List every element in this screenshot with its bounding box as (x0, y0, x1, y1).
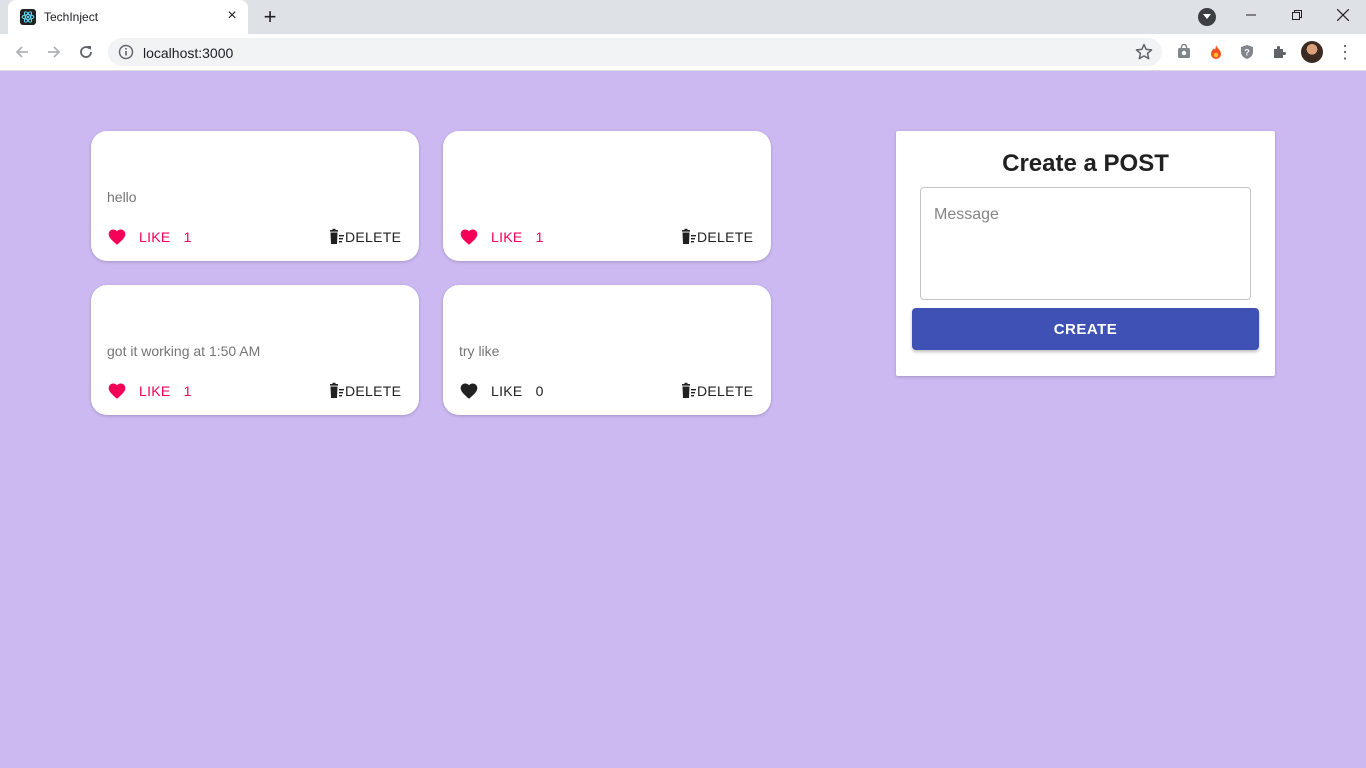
like-button[interactable]: LIKE 1 (459, 227, 544, 247)
url-text: localhost:3000 (143, 45, 234, 61)
bookmark-star-icon[interactable] (1134, 42, 1154, 62)
back-icon[interactable] (10, 40, 34, 64)
like-count: 1 (183, 383, 192, 399)
heart-icon (460, 229, 478, 245)
browser-menu-icon[interactable]: ⋮ (1336, 42, 1354, 62)
heart-icon (108, 383, 126, 399)
post-message: hello (107, 189, 137, 205)
delete-label: DELETE (345, 383, 402, 399)
close-tab-icon[interactable]: × (224, 8, 240, 24)
delete-label: DELETE (345, 229, 402, 245)
like-label: LIKE (491, 229, 523, 245)
extensions-puzzle-icon[interactable] (1269, 42, 1289, 62)
like-label: LIKE (139, 229, 171, 245)
new-tab-icon[interactable]: + (258, 5, 282, 29)
minimize-icon[interactable] (1228, 0, 1274, 30)
delete-button[interactable]: DELETE (679, 381, 753, 401)
like-count: 0 (535, 383, 544, 399)
delete-label: DELETE (697, 383, 754, 399)
tab-title: TechInject (44, 10, 99, 24)
delete-button[interactable]: DELETE (327, 381, 401, 401)
delete-button[interactable]: DELETE (327, 227, 401, 247)
extension-bag-icon[interactable] (1174, 42, 1194, 62)
trash-icon (330, 382, 344, 398)
heart-icon (108, 229, 126, 245)
trash-icon (682, 382, 696, 398)
post-card: hello LIKE 1 DELETE (91, 131, 419, 261)
extension-shield-icon[interactable]: ? (1237, 42, 1257, 62)
info-icon[interactable] (118, 44, 134, 60)
post-card: try like LIKE 0 DELETE (443, 285, 771, 415)
create-post-panel: Create a POST CREATE (896, 131, 1275, 376)
extension-fire-icon[interactable] (1206, 42, 1226, 62)
like-button[interactable]: LIKE 1 (107, 381, 192, 401)
heart-icon (460, 383, 478, 399)
post-message: got it working at 1:50 AM (107, 343, 261, 359)
post-card: LIKE 1 DELETE (443, 131, 771, 261)
like-label: LIKE (139, 383, 171, 399)
delete-button[interactable]: DELETE (679, 227, 753, 247)
forward-icon[interactable] (42, 40, 66, 64)
like-count: 1 (535, 229, 544, 245)
like-count: 1 (183, 229, 192, 245)
restore-icon[interactable] (1274, 0, 1320, 30)
address-bar[interactable]: localhost:3000 (108, 38, 1162, 66)
svg-text:?: ? (1244, 48, 1250, 58)
profile-avatar[interactable] (1301, 41, 1323, 63)
react-logo-icon (20, 9, 36, 25)
trash-icon (682, 228, 696, 244)
like-button[interactable]: LIKE 1 (107, 227, 192, 247)
like-button[interactable]: LIKE 0 (459, 381, 544, 401)
trash-icon (330, 228, 344, 244)
create-post-title: Create a POST (1002, 150, 1169, 177)
delete-label: DELETE (697, 229, 754, 245)
close-window-icon[interactable] (1320, 0, 1366, 30)
post-message: try like (459, 343, 500, 359)
tab-search-icon[interactable] (1198, 8, 1216, 26)
message-input[interactable] (920, 187, 1251, 300)
reload-icon[interactable] (74, 40, 98, 64)
create-button[interactable]: CREATE (912, 308, 1259, 350)
like-label: LIKE (491, 383, 523, 399)
browser-tab[interactable]: TechInject × (8, 0, 248, 34)
browser-toolbar: localhost:3000 ? ⋮ (0, 34, 1366, 71)
post-card: got it working at 1:50 AM LIKE 1 DELETE (91, 285, 419, 415)
browser-tabstrip: TechInject × + (0, 0, 1366, 34)
